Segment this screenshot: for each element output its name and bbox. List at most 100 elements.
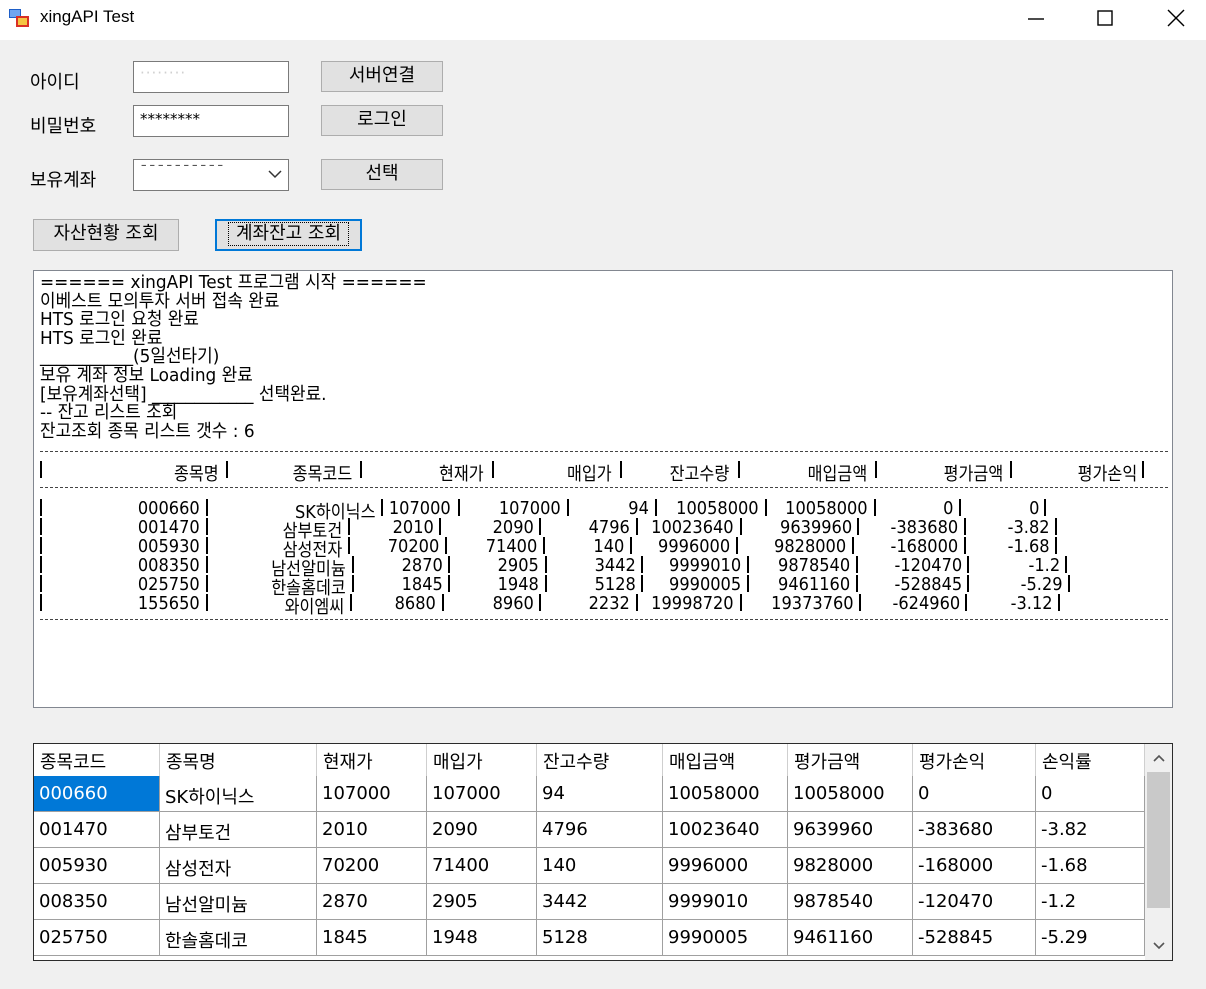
password-input[interactable]: ********	[133, 105, 289, 137]
table-cell[interactable]: 9990005	[663, 920, 788, 956]
vertical-scrollbar[interactable]	[1145, 744, 1172, 960]
log-textbox[interactable]: ====== xingAPI Test 프로그램 시작 ====== 이베스트 …	[33, 270, 1173, 708]
table-cell[interactable]: 005930	[34, 848, 160, 884]
table-cell[interactable]: 000660	[34, 776, 160, 812]
column-bar	[1142, 461, 1144, 478]
table-cell[interactable]: 1948	[427, 920, 537, 956]
column-bar	[857, 518, 859, 535]
log-cell: 19373760	[771, 593, 854, 614]
log-separator	[40, 487, 1168, 488]
table-cell[interactable]: 남선알미늄	[160, 884, 317, 920]
column-header-purchase-price[interactable]: 매입가	[427, 744, 537, 776]
column-header-current-price[interactable]: 현재가	[317, 744, 427, 776]
balance-data-grid[interactable]: 종목코드 종목명 현재가 매입가 잔고수량 매입금액 평가금액 평가손익 손익률…	[33, 743, 1173, 961]
table-cell[interactable]: 9996000	[663, 848, 788, 884]
column-header-eval-amount[interactable]: 평가금액	[788, 744, 913, 776]
table-cell[interactable]: 9461160	[788, 920, 913, 956]
table-cell[interactable]: SK하이닉스	[160, 776, 317, 812]
asset-query-button[interactable]: 자산현황 조회	[33, 219, 179, 251]
column-header-name[interactable]: 종목명	[160, 744, 317, 776]
id-input[interactable]: ········	[133, 61, 289, 93]
table-cell[interactable]: 4796	[537, 812, 663, 848]
log-cell: 70200	[387, 536, 439, 557]
table-cell[interactable]: -120470	[913, 884, 1036, 920]
select-account-button[interactable]: 선택	[321, 159, 443, 190]
table-row[interactable]: 001470 삼부토건 2010 2090 4796 10023640 9639…	[34, 812, 1145, 848]
column-bar	[1044, 499, 1046, 516]
table-cell[interactable]: 10058000	[788, 776, 913, 812]
table-cell[interactable]: -383680	[913, 812, 1036, 848]
scrollbar-thumb[interactable]	[1147, 772, 1170, 908]
column-bar	[348, 537, 350, 554]
table-cell[interactable]: 107000	[317, 776, 427, 812]
app-icon	[9, 9, 29, 27]
table-cell[interactable]: 9828000	[788, 848, 913, 884]
table-row[interactable]: 000660 SK하이닉스 107000 107000 94 10058000 …	[34, 776, 1145, 812]
table-cell[interactable]: 3442	[537, 884, 663, 920]
log-cell: -5.29	[1021, 574, 1063, 595]
log-header: 잔고수량	[669, 464, 729, 485]
column-header-purchase-amount[interactable]: 매입금액	[663, 744, 788, 776]
scroll-down-icon[interactable]	[1153, 942, 1165, 950]
column-header-code[interactable]: 종목코드	[34, 744, 160, 776]
login-button[interactable]: 로그인	[321, 105, 443, 136]
table-cell[interactable]: 5128	[537, 920, 663, 956]
scroll-up-icon[interactable]	[1153, 754, 1165, 762]
table-cell[interactable]: 10023640	[663, 812, 788, 848]
column-bar	[1058, 594, 1060, 611]
table-cell[interactable]: -168000	[913, 848, 1036, 884]
balance-query-button[interactable]: 계좌잔고 조회	[215, 219, 362, 251]
table-cell[interactable]: 2905	[427, 884, 537, 920]
table-cell[interactable]: 025750	[34, 920, 160, 956]
log-cell: 10023640	[651, 517, 734, 538]
column-bar	[206, 518, 208, 535]
column-bar	[636, 518, 638, 535]
account-select[interactable]: ¯¯¯¯¯¯¯¯¯¯	[133, 159, 289, 191]
table-cell[interactable]: -5.29	[1036, 920, 1145, 956]
password-label: 비밀번호	[30, 116, 97, 137]
table-cell[interactable]: -3.82	[1036, 812, 1145, 848]
log-cell: 3442	[594, 555, 636, 576]
table-cell[interactable]: 140	[537, 848, 663, 884]
column-bar	[445, 537, 447, 554]
table-cell[interactable]: 삼성전자	[160, 848, 317, 884]
log-cell: 001470	[138, 517, 200, 538]
table-cell[interactable]: 9999010	[663, 884, 788, 920]
table-row[interactable]: 008350 남선알미늄 2870 2905 3442 9999010 9878…	[34, 884, 1145, 920]
password-value: ********	[140, 110, 200, 128]
table-cell[interactable]: 71400	[427, 848, 537, 884]
log-cell: 8680	[394, 593, 436, 614]
table-cell[interactable]: 2870	[317, 884, 427, 920]
connect-server-button[interactable]: 서버연결	[321, 61, 443, 92]
table-cell[interactable]: 0	[913, 776, 1036, 812]
column-header-return-rate[interactable]: 손익률	[1036, 744, 1145, 776]
close-button[interactable]	[1146, 0, 1206, 36]
table-cell[interactable]: 1845	[317, 920, 427, 956]
table-cell[interactable]: 001470	[34, 812, 160, 848]
table-cell[interactable]: 94	[537, 776, 663, 812]
table-cell[interactable]: 9639960	[788, 812, 913, 848]
table-cell[interactable]: 9878540	[788, 884, 913, 920]
table-row[interactable]: 025750 한솔홈데코 1845 1948 5128 9990005 9461…	[34, 920, 1145, 956]
maximize-button[interactable]	[1075, 0, 1135, 36]
column-bar	[348, 518, 350, 535]
table-cell[interactable]: 008350	[34, 884, 160, 920]
table-cell[interactable]: 2010	[317, 812, 427, 848]
table-row[interactable]: 005930 삼성전자 70200 71400 140 9996000 9828…	[34, 848, 1145, 884]
table-cell[interactable]: 한솔홈데코	[160, 920, 317, 956]
id-value: ········	[140, 64, 187, 82]
table-cell[interactable]: -1.68	[1036, 848, 1145, 884]
table-cell[interactable]: -528845	[913, 920, 1036, 956]
table-cell[interactable]: 70200	[317, 848, 427, 884]
table-cell[interactable]: 10058000	[663, 776, 788, 812]
log-cell: 94	[628, 498, 649, 519]
column-header-eval-pl[interactable]: 평가손익	[913, 744, 1036, 776]
column-bar	[40, 518, 42, 535]
table-cell[interactable]: 2090	[427, 812, 537, 848]
table-cell[interactable]: 0	[1036, 776, 1145, 812]
table-cell[interactable]: 삼부토건	[160, 812, 317, 848]
minimize-button[interactable]	[1006, 0, 1066, 36]
table-cell[interactable]: -1.2	[1036, 884, 1145, 920]
column-header-quantity[interactable]: 잔고수량	[537, 744, 663, 776]
table-cell[interactable]: 107000	[427, 776, 537, 812]
